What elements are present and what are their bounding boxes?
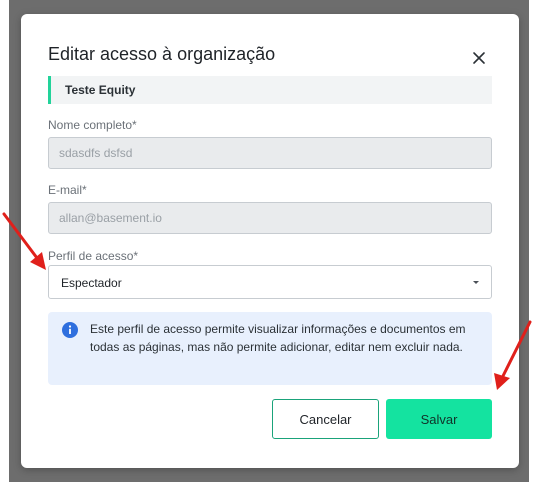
organization-name: Teste Equity (65, 83, 136, 97)
edit-access-modal: Editar acesso à organização Teste Equity… (21, 14, 519, 468)
email-field[interactable] (48, 202, 492, 234)
organization-banner: Teste Equity (48, 76, 492, 104)
cancel-button[interactable]: Cancelar (272, 399, 379, 439)
save-button[interactable]: Salvar (386, 399, 492, 439)
profile-select-value: Espectador (61, 276, 122, 290)
info-box: Este perfil de acesso permite visualizar… (48, 312, 492, 385)
info-text: Este perfil de acesso permite visualizar… (90, 322, 466, 354)
email-label: E-mail* (48, 183, 87, 197)
close-icon[interactable] (471, 50, 487, 66)
profile-label: Perfil de acesso* (48, 249, 139, 263)
annotation-arrow-right (494, 320, 532, 390)
full-name-field[interactable] (48, 137, 492, 169)
info-icon (62, 322, 78, 338)
annotation-arrow-left (2, 212, 46, 270)
profile-select[interactable]: Espectador (48, 265, 492, 299)
full-name-label: Nome completo* (48, 118, 137, 132)
chevron-down-icon (473, 281, 479, 284)
modal-title: Editar acesso à organização (48, 44, 276, 64)
